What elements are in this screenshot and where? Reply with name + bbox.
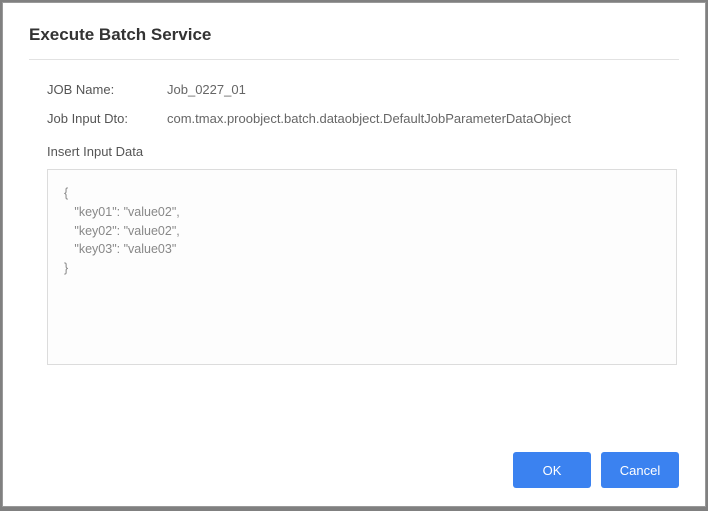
execute-batch-service-dialog: Execute Batch Service JOB Name: Job_0227… [2,2,706,507]
job-input-dto-value: com.tmax.proobject.batch.dataobject.Defa… [167,111,571,126]
job-name-label: JOB Name: [47,82,167,97]
job-name-value: Job_0227_01 [167,82,246,97]
textarea-wrapper [29,169,679,370]
input-data-textarea[interactable] [47,169,677,365]
job-input-dto-label: Job Input Dto: [47,111,167,126]
dialog-content: Execute Batch Service JOB Name: Job_0227… [3,3,705,438]
ok-button[interactable]: OK [513,452,591,488]
cancel-button[interactable]: Cancel [601,452,679,488]
dialog-title: Execute Batch Service [29,25,679,60]
job-input-dto-row: Job Input Dto: com.tmax.proobject.batch.… [29,111,679,126]
job-name-row: JOB Name: Job_0227_01 [29,82,679,97]
dialog-footer: OK Cancel [3,438,705,506]
insert-input-data-label: Insert Input Data [29,144,679,159]
